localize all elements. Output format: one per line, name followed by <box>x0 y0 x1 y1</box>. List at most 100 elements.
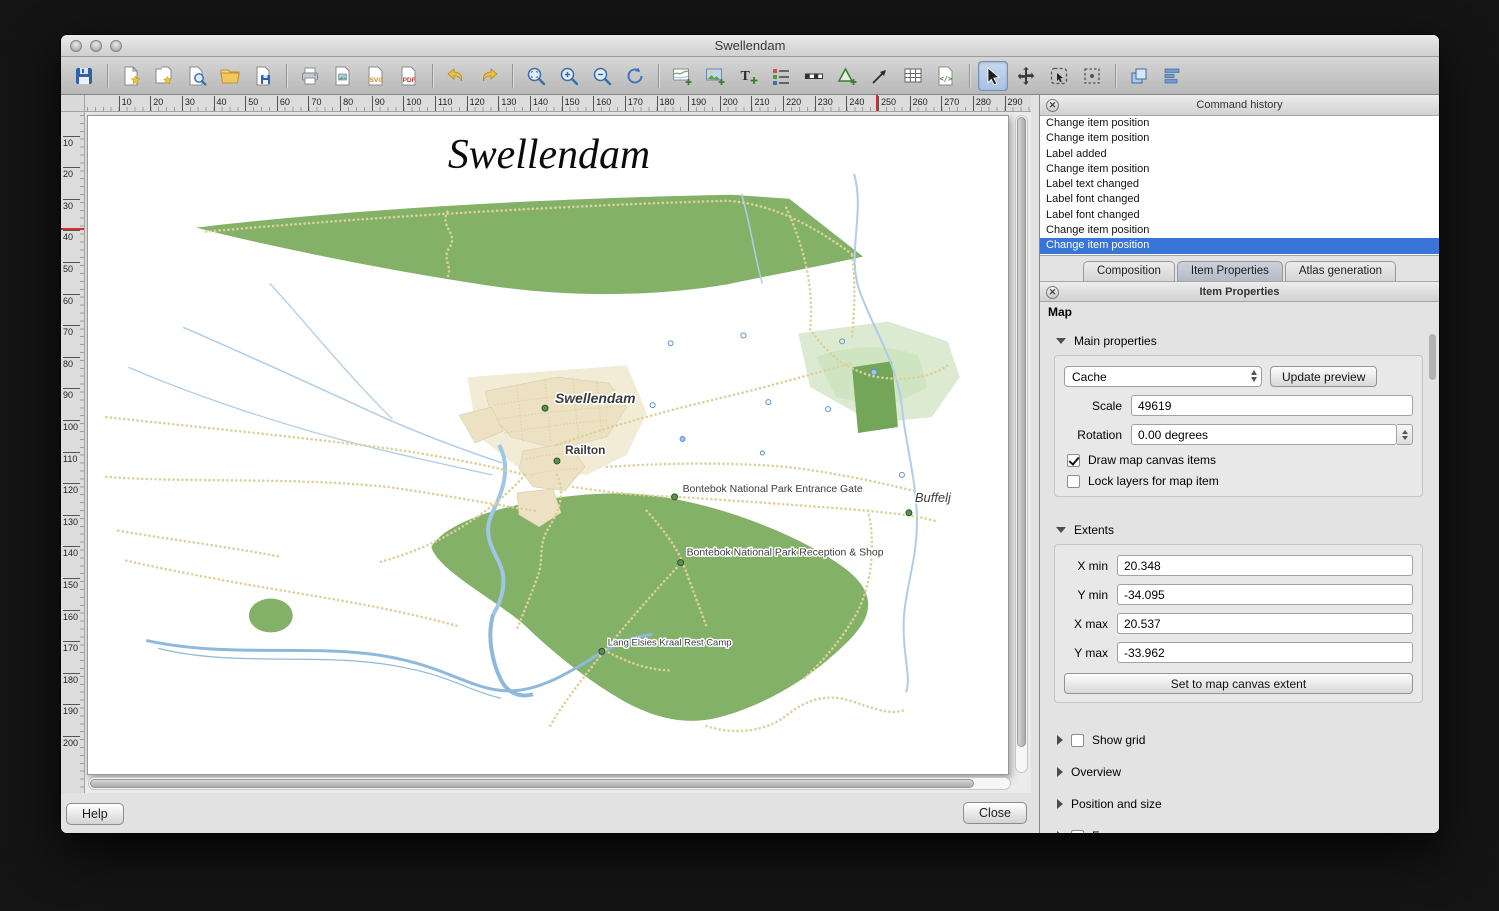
add-image-icon <box>704 65 726 87</box>
lock-layers-checkbox[interactable] <box>1067 475 1080 488</box>
panel-scrollbar-thumb[interactable] <box>1429 334 1436 380</box>
ungroup-items-button[interactable] <box>1077 61 1107 91</box>
zoom-window-button[interactable] <box>110 40 122 52</box>
canvas-v-scrollbar[interactable] <box>1015 115 1028 773</box>
load-template-button[interactable] <box>215 61 245 91</box>
item-type-label: Map <box>1040 302 1439 322</box>
command-history-item[interactable]: Change item position <box>1040 223 1439 238</box>
add-map-button[interactable] <box>667 61 697 91</box>
export-pdf-button[interactable]: PDF <box>394 61 424 91</box>
help-button[interactable]: Help <box>66 803 124 825</box>
y-min-input[interactable] <box>1117 584 1413 605</box>
entrance-gate-label: Bontebok National Park Entrance Gate <box>683 484 863 495</box>
command-history-item[interactable]: Label text changed <box>1040 177 1439 192</box>
composition-paper[interactable]: Swellendam Swellendam Railton Bontebok N… <box>87 115 1009 775</box>
select-move-item-button[interactable] <box>978 61 1008 91</box>
set-to-map-canvas-extent-button[interactable]: Set to map canvas extent <box>1064 673 1413 694</box>
align-items-button[interactable] <box>1157 61 1187 91</box>
redo-button[interactable] <box>474 61 504 91</box>
composition-canvas[interactable]: Swellendam Swellendam Railton Bontebok N… <box>85 112 1031 793</box>
export-pdf-icon: PDF <box>398 65 420 87</box>
command-history-item[interactable]: Change item position <box>1040 162 1439 177</box>
save-composition-button[interactable] <box>69 61 99 91</box>
frame-section[interactable]: Frame <box>1057 829 1423 833</box>
h-ruler-number: 220 <box>783 96 801 111</box>
composer-manager-button[interactable] <box>182 61 212 91</box>
item-properties-close-icon[interactable]: ✕ <box>1046 286 1059 299</box>
duplicate-composition-button[interactable] <box>149 61 179 91</box>
save-template-button[interactable] <box>248 61 278 91</box>
command-history-item[interactable]: Change item position <box>1040 131 1439 146</box>
composition-map-item[interactable]: Swellendam Swellendam Railton Bontebok N… <box>88 116 1008 774</box>
frame-checkbox[interactable] <box>1071 830 1084 834</box>
window-titlebar[interactable]: Swellendam <box>61 35 1439 57</box>
main-properties-label: Main properties <box>1074 334 1157 348</box>
command-history-list[interactable]: Change item positionChange item position… <box>1040 116 1439 256</box>
toolbar-separator <box>432 64 433 88</box>
show-grid-checkbox[interactable] <box>1071 734 1084 747</box>
zoom-full-button[interactable] <box>521 61 551 91</box>
x-min-input[interactable] <box>1117 555 1413 576</box>
show-grid-section[interactable]: Show grid <box>1057 733 1423 747</box>
command-history-item[interactable]: Label added <box>1040 147 1439 162</box>
v-ruler-number: 20 <box>63 167 80 179</box>
command-history-item[interactable]: Label font changed <box>1040 192 1439 207</box>
h-ruler-number: 260 <box>910 96 928 111</box>
h-ruler-number: 270 <box>941 96 959 111</box>
add-image-button[interactable] <box>700 61 730 91</box>
v-ruler-number: 80 <box>63 357 80 369</box>
move-item-content-button[interactable] <box>1011 61 1041 91</box>
y-max-input[interactable] <box>1117 642 1413 663</box>
tab-atlas-generation[interactable]: Atlas generation <box>1285 261 1396 281</box>
command-history-item[interactable]: Label font changed <box>1040 208 1439 223</box>
frame-label: Frame <box>1092 829 1127 833</box>
v-ruler-number: 90 <box>63 388 80 400</box>
export-image-button[interactable] <box>328 61 358 91</box>
rotation-spinner[interactable] <box>1397 424 1413 445</box>
v-scrollbar-thumb[interactable] <box>1017 117 1026 747</box>
zoom-out-button[interactable] <box>587 61 617 91</box>
position-and-size-section[interactable]: Position and size <box>1057 797 1423 811</box>
undo-button[interactable] <box>441 61 471 91</box>
command-history-item[interactable]: Change item position <box>1040 238 1439 253</box>
composition-title-label[interactable]: Swellendam <box>448 132 650 178</box>
update-preview-button[interactable]: Update preview <box>1270 366 1377 387</box>
add-html-button[interactable]: </> <box>931 61 961 91</box>
add-legend-button[interactable] <box>766 61 796 91</box>
main-properties-section-header[interactable]: Main properties <box>1056 334 1423 348</box>
group-items-button[interactable] <box>1044 61 1074 91</box>
rotation-input[interactable] <box>1131 424 1397 445</box>
cache-mode-select[interactable]: Cache <box>1064 366 1262 387</box>
export-svg-button[interactable]: SVG <box>361 61 391 91</box>
page-floppy-icon <box>252 65 274 87</box>
add-label-button[interactable]: T <box>733 61 763 91</box>
raise-items-button[interactable] <box>1124 61 1154 91</box>
overview-section[interactable]: Overview <box>1057 765 1423 779</box>
extents-section-header[interactable]: Extents <box>1056 523 1423 537</box>
draw-canvas-items-checkbox[interactable] <box>1067 454 1080 467</box>
scale-input[interactable] <box>1131 395 1413 416</box>
zoom-in-button[interactable] <box>554 61 584 91</box>
add-arrow-button[interactable] <box>865 61 895 91</box>
add-table-icon <box>902 65 924 87</box>
command-history-item[interactable]: Change item position <box>1040 116 1439 131</box>
new-composition-button[interactable] <box>116 61 146 91</box>
refresh-button[interactable] <box>620 61 650 91</box>
print-button[interactable] <box>295 61 325 91</box>
x-max-input[interactable] <box>1117 613 1413 634</box>
h-ruler-number: 280 <box>973 96 991 111</box>
zoom-in-icon <box>558 65 580 87</box>
add-shape-button[interactable] <box>832 61 862 91</box>
add-scalebar-button[interactable] <box>799 61 829 91</box>
close-button[interactable]: Close <box>963 802 1027 824</box>
add-table-button[interactable] <box>898 61 928 91</box>
add-scalebar-icon <box>803 65 825 87</box>
tab-composition[interactable]: Composition <box>1083 261 1175 281</box>
canvas-h-scrollbar[interactable] <box>88 777 1011 790</box>
close-window-button[interactable] <box>70 40 82 52</box>
h-scrollbar-thumb[interactable] <box>90 779 974 788</box>
command-history-close-icon[interactable]: ✕ <box>1046 99 1059 112</box>
minimize-window-button[interactable] <box>90 40 102 52</box>
add-arrow-icon <box>869 65 891 87</box>
tab-item-properties[interactable]: Item Properties <box>1177 261 1283 281</box>
